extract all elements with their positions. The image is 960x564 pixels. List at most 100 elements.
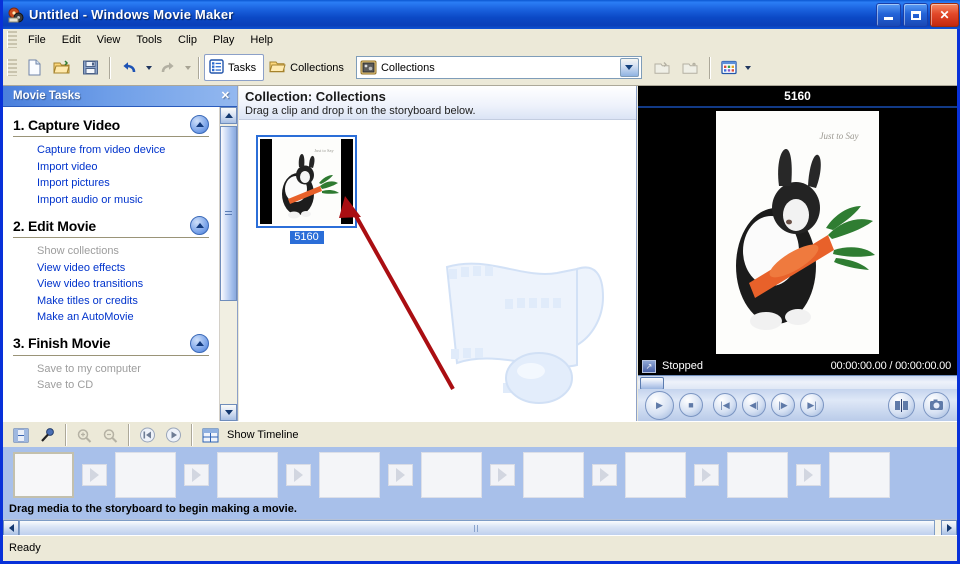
narrate-timeline-microphone-icon[interactable]	[34, 423, 60, 447]
svg-text:Just to Say: Just to Say	[820, 131, 859, 141]
task-section-edit-movie: 2. Edit Movie Show collections View vide…	[13, 216, 209, 326]
split-clip-icon[interactable]	[888, 391, 915, 419]
sidebar-item-view-video-effects[interactable]: View video effects	[37, 260, 209, 277]
full-screen-icon[interactable]: ↗	[642, 359, 656, 373]
transition-slot[interactable]	[388, 463, 413, 486]
transition-slot[interactable]	[184, 463, 209, 486]
storyboard-cell[interactable]	[319, 451, 380, 498]
zoom-out-icon	[97, 423, 123, 447]
preview-monitor: 5160 Just to Say ↗ Stopped 00:00:00.00 /…	[638, 86, 957, 421]
chevron-down-icon[interactable]	[619, 58, 639, 77]
film-strip-music-note-watermark	[427, 245, 627, 415]
save-project-icon[interactable]	[76, 54, 104, 82]
seek-bar[interactable]	[638, 375, 957, 390]
scroll-down-arrow-icon[interactable]	[220, 404, 237, 421]
clip-thumbnail[interactable]: Just to Say	[256, 135, 357, 228]
take-picture-icon[interactable]	[923, 391, 950, 419]
toolbar-gripper[interactable]	[7, 59, 17, 76]
maximize-button[interactable]	[903, 3, 928, 27]
menu-play[interactable]: Play	[205, 31, 242, 49]
section-links: Capture from video device Import video I…	[37, 142, 209, 208]
scroll-right-arrow-icon[interactable]	[941, 520, 957, 536]
back-button[interactable]: ◀|	[742, 393, 766, 417]
transition-slot[interactable]	[796, 463, 821, 486]
transition-slot[interactable]	[694, 463, 719, 486]
menu-tools[interactable]: Tools	[128, 31, 170, 49]
scroll-left-arrow-icon[interactable]	[3, 520, 19, 536]
play-button[interactable]: ▶	[645, 390, 674, 420]
sidebar-item-view-video-transitions[interactable]: View video transitions	[37, 276, 209, 293]
scroll-up-arrow-icon[interactable]	[220, 107, 237, 124]
transition-slot[interactable]	[286, 463, 311, 486]
undo-dropdown-arrow[interactable]	[143, 55, 154, 81]
menu-edit[interactable]: Edit	[54, 31, 89, 49]
clip-thumbnail-inner: Just to Say	[260, 139, 353, 224]
timecode: 00:00:00.00 / 00:00:00.00	[830, 360, 952, 372]
collections-button[interactable]: Collections	[264, 54, 352, 81]
menu-help[interactable]: Help	[242, 31, 281, 49]
sidebar-item-save-to-my-computer: Save to my computer	[37, 362, 141, 375]
minimize-button[interactable]	[876, 3, 901, 27]
collection-combobox[interactable]: Collections	[355, 56, 642, 79]
clip-item[interactable]: Just to Say 5160	[256, 135, 357, 244]
show-timeline-icon[interactable]	[197, 423, 223, 447]
scrollbar-thumb[interactable]	[220, 126, 237, 301]
menu-clip[interactable]: Clip	[170, 31, 205, 49]
show-timeline-label[interactable]: Show Timeline	[227, 429, 299, 441]
storyboard-cell[interactable]	[115, 451, 176, 498]
transition-slot[interactable]	[490, 463, 515, 486]
sidebar-item-import-video[interactable]: Import video	[37, 159, 209, 176]
storyboard-cell[interactable]	[13, 451, 74, 498]
new-project-icon[interactable]	[20, 54, 48, 82]
section-header[interactable]: 2. Edit Movie	[13, 216, 209, 238]
forward-button[interactable]: |▶	[771, 393, 795, 417]
close-icon[interactable]: ✕	[221, 89, 230, 102]
undo-icon[interactable]	[115, 54, 143, 82]
section-header[interactable]: 3. Finish Movie	[13, 333, 209, 356]
transition-slot[interactable]	[592, 463, 617, 486]
redo-icon[interactable]	[154, 54, 182, 82]
storyboard-strip	[3, 447, 890, 502]
new-collection-folder-icon	[648, 54, 676, 82]
menu-file[interactable]: File	[20, 31, 54, 49]
storyboard-scrollbar[interactable]	[3, 519, 957, 536]
sidebar-item-import-pictures[interactable]: Import pictures	[37, 175, 209, 192]
views-dropdown-arrow[interactable]	[743, 55, 754, 81]
scrollbar-thumb[interactable]	[19, 520, 935, 536]
previous-frame-button[interactable]: |◀	[713, 393, 737, 417]
chevron-up-icon[interactable]	[190, 216, 209, 235]
storyboard-cell[interactable]	[727, 451, 788, 498]
movie-tasks-header: Movie Tasks ✕	[3, 86, 237, 107]
open-project-icon[interactable]	[48, 54, 76, 82]
storyboard-view-icon[interactable]	[8, 423, 34, 447]
storyboard-cell[interactable]	[217, 451, 278, 498]
storyboard-cell[interactable]	[829, 451, 890, 498]
close-button[interactable]: ✕	[930, 3, 959, 27]
transition-slot[interactable]	[82, 463, 107, 486]
storyboard-cell[interactable]	[523, 451, 584, 498]
next-frame-button[interactable]: ▶|	[800, 393, 824, 417]
scrollbar-track[interactable]	[19, 520, 941, 536]
rewind-storyboard-icon[interactable]	[134, 423, 160, 447]
monitor-screen[interactable]: Just to Say	[638, 108, 957, 357]
section-header[interactable]: 1. Capture Video	[13, 115, 209, 137]
storyboard-cell[interactable]	[625, 451, 686, 498]
sidebar-item-import-audio-or-music[interactable]: Import audio or music	[37, 192, 209, 209]
tasks-scrollbar[interactable]	[219, 107, 237, 421]
tasks-button[interactable]: Tasks	[204, 54, 265, 81]
menu-view[interactable]: View	[89, 31, 129, 49]
storyboard-cell[interactable]	[421, 451, 482, 498]
collection-body: Just to Say 5160	[239, 121, 636, 421]
sidebar-item-make-an-automovie[interactable]: Make an AutoMovie	[37, 309, 209, 326]
sidebar-item-make-titles-or-credits[interactable]: Make titles or credits	[37, 293, 209, 310]
stop-button[interactable]: ■	[679, 393, 703, 417]
play-storyboard-icon[interactable]	[160, 423, 186, 447]
collections-folder-icon	[269, 59, 286, 77]
chevron-up-icon[interactable]	[190, 333, 209, 353]
sidebar-item-capture-from-video-device[interactable]: Capture from video device	[37, 142, 209, 159]
section-title: 1. Capture Video	[13, 116, 121, 133]
menu-gripper[interactable]	[7, 31, 17, 48]
chevron-up-icon[interactable]	[190, 115, 209, 134]
views-icon[interactable]	[715, 54, 743, 82]
storyboard-area[interactable]: Drag media to the storyboard to begin ma…	[3, 447, 957, 519]
